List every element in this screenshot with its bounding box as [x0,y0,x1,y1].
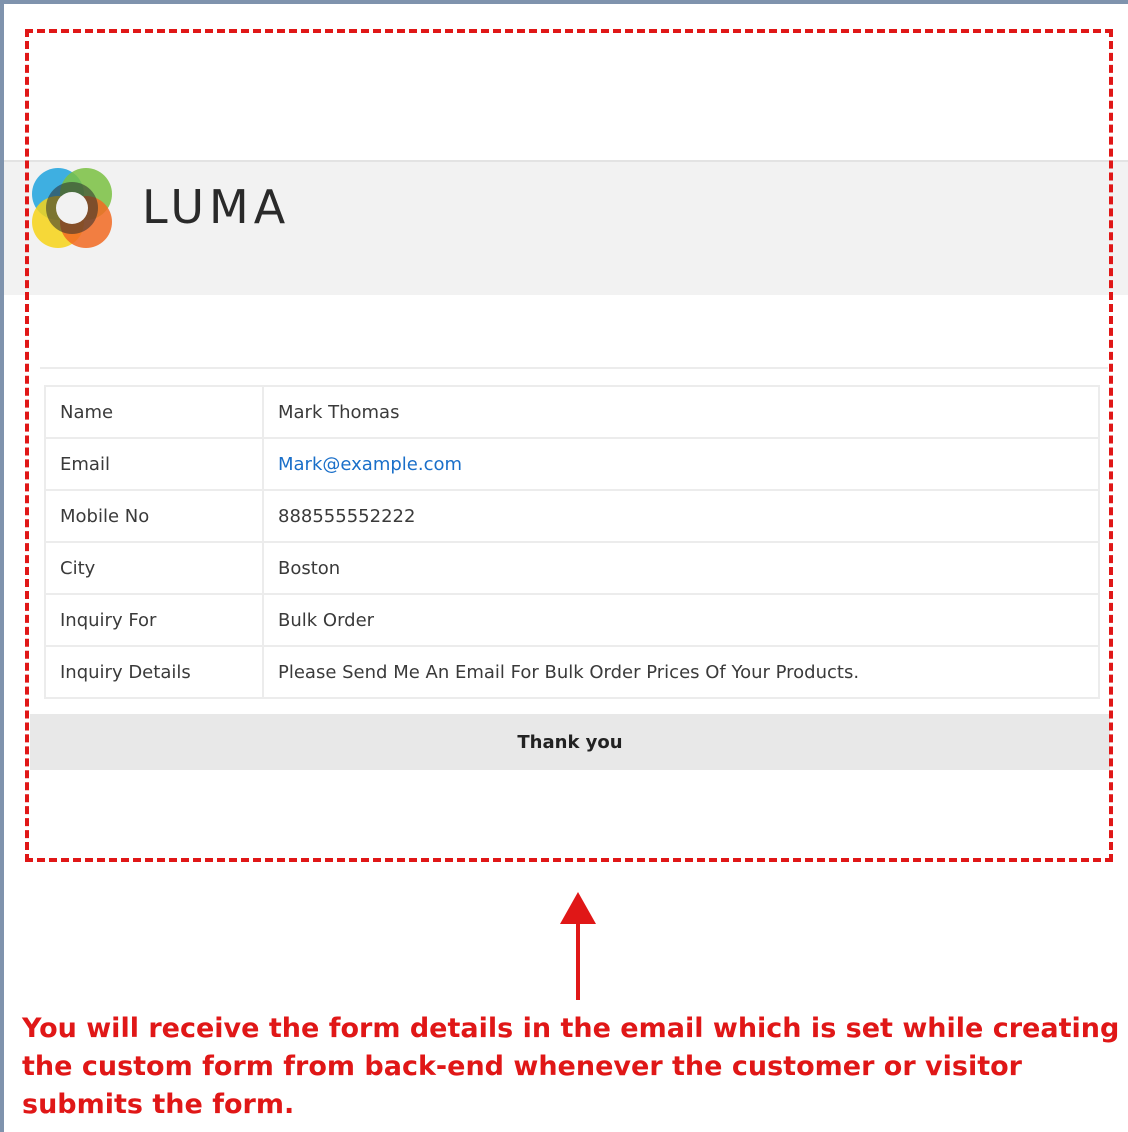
field-label: Mobile No [44,489,264,543]
field-value: Please Send Me An Email For Bulk Order P… [262,645,1100,699]
luma-logo-icon [32,168,112,248]
arrow-up-icon [560,892,596,1000]
annotation-note: You will receive the form details in the… [22,1013,1120,1120]
field-value: Boston [262,541,1100,595]
email-link[interactable]: Mark@example.com [278,454,462,475]
thank-you-footer: Thank you [30,714,1110,770]
field-value: 888555552222 [262,489,1100,543]
field-label: City [44,541,264,595]
table-row: Mobile No 888555552222 [44,489,1100,543]
table-row: Inquiry Details Please Send Me An Email … [44,645,1100,699]
field-value: Mark@example.com [262,437,1100,491]
brand-name: LUMA [142,180,291,234]
field-label: Inquiry Details [44,645,264,699]
field-label: Email [44,437,264,491]
divider [40,367,1108,369]
field-label: Name [44,385,264,439]
field-value: Mark Thomas [262,385,1100,439]
table-row: Email Mark@example.com [44,437,1100,491]
field-label: Inquiry For [44,593,264,647]
field-value: Bulk Order [262,593,1100,647]
table-row: Inquiry For Bulk Order [44,593,1100,647]
form-details-table: Name Mark Thomas Email Mark@example.com … [44,385,1100,699]
table-row: Name Mark Thomas [44,385,1100,439]
table-row: City Boston [44,541,1100,595]
